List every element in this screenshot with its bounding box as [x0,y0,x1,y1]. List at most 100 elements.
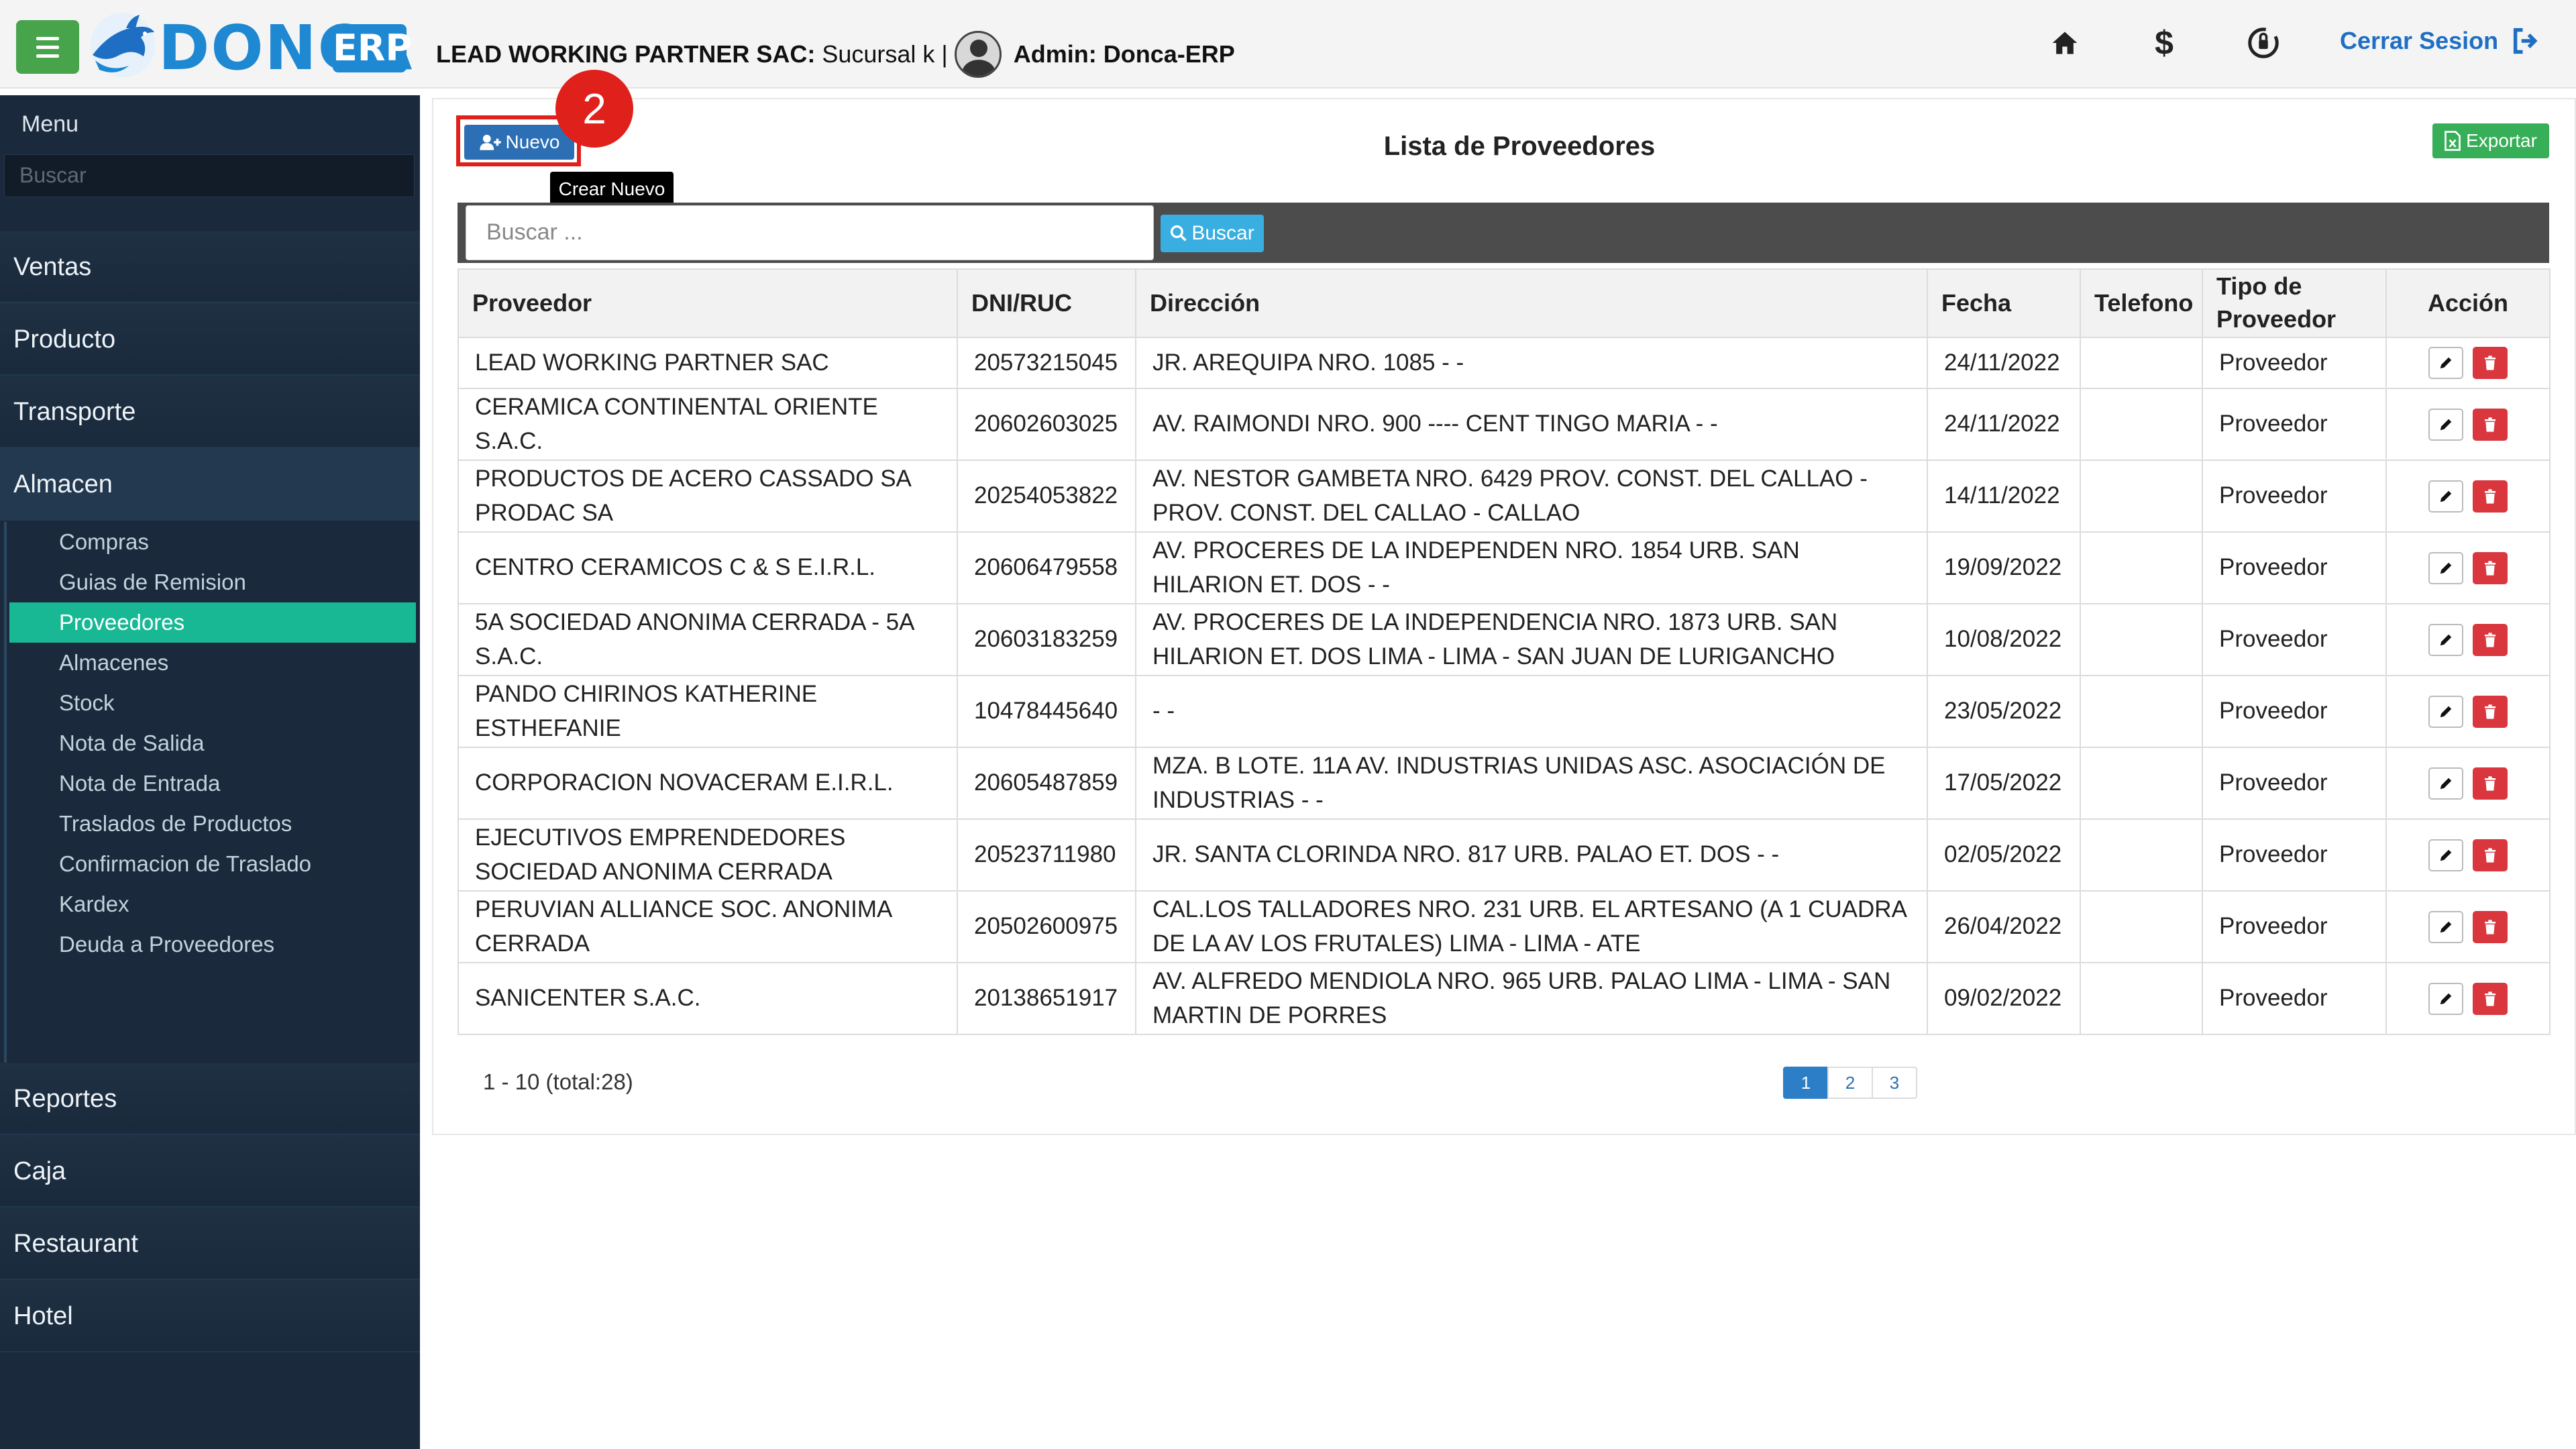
search-button[interactable]: Buscar [1161,215,1264,252]
dollar-icon[interactable]: $ [2144,23,2184,63]
submenu-item-guias-de-remision[interactable]: Guias de Remision [9,562,416,602]
sidebar-item-restaurant[interactable]: Restaurant [0,1208,420,1280]
edit-button[interactable] [2428,480,2463,513]
row-actions [2403,839,2533,871]
cell-telefono [2080,388,2203,461]
edit-button[interactable] [2428,910,2463,943]
submenu-item-confirmacion-de-traslado[interactable]: Confirmacion de Traslado [9,844,416,884]
column-header-fecha[interactable]: Fecha [1927,268,2081,338]
avatar[interactable] [954,31,1002,78]
column-header-dni-ruc[interactable]: DNI/RUC [957,268,1136,338]
column-header-tipo-proveedor[interactable]: Tipo de Proveedor [2202,268,2387,338]
edit-button[interactable] [2428,695,2463,728]
sidebar-item-caja[interactable]: Caja [0,1135,420,1208]
delete-button[interactable] [2473,982,2508,1015]
donca-erp-logo[interactable]: DONCA ERP [86,8,412,82]
table-row[interactable]: PANDO CHIRINOS KATHERINE ESTHEFANIE 10478… [458,675,2551,748]
page-button-1[interactable]: 1 [1783,1067,1829,1099]
sidebar-item-almacen[interactable]: Almacen [0,448,420,521]
cell-proveedor: PANDO CHIRINOS KATHERINE ESTHEFANIE [458,675,958,748]
edit-button[interactable] [2428,551,2463,584]
row-actions [2403,910,2533,943]
delete-button[interactable] [2473,623,2508,656]
new-supplier-button[interactable]: Nuevo [464,125,574,160]
submenu-item-nota-de-salida[interactable]: Nota de Salida [9,723,416,763]
table-row[interactable]: SANICENTER S.A.C. 20138651917 AV. ALFREDO … [458,962,2551,1035]
delete-button[interactable] [2473,839,2508,871]
submenu-item-deuda-a-proveedores[interactable]: Deuda a Proveedores [9,924,416,965]
edit-button[interactable] [2428,347,2463,379]
row-actions [2403,623,2533,656]
submenu-item-proveedores[interactable]: Proveedores [9,602,416,643]
cell-direccion: AV. PROCERES DE LA INDEPENDENCIA NRO. 18… [1135,603,1928,676]
sidebar-item-transporte[interactable]: Transporte [0,376,420,448]
export-button[interactable]: Exportar [2432,123,2549,158]
hamburger-menu-button[interactable] [16,20,79,74]
table-body: LEAD WORKING PARTNER SAC 20573215045 JR. A… [458,337,2551,1035]
logout-link[interactable]: Cerrar Sesion [2340,27,2541,55]
delete-button[interactable] [2473,767,2508,800]
table-row[interactable]: LEAD WORKING PARTNER SAC 20573215045 JR. A… [458,337,2551,389]
delete-button[interactable] [2473,347,2508,379]
edit-button[interactable] [2428,623,2463,656]
page-button-2[interactable]: 2 [1827,1067,1873,1099]
delete-button[interactable] [2473,695,2508,728]
logo-erp-badge: ERP [333,24,412,72]
page-button-3[interactable]: 3 [1872,1067,1917,1099]
column-header-accion: Acción [2385,268,2551,338]
sidebar-search-input[interactable]: Buscar [4,154,415,197]
edit-button[interactable] [2428,982,2463,1015]
pencil-icon [2440,634,2452,645]
edit-button[interactable] [2428,408,2463,441]
delete-button[interactable] [2473,408,2508,441]
pagination: 1 2 3 [1783,1067,1917,1099]
submenu-item-traslados-de-productos[interactable]: Traslados de Productos [9,804,416,844]
row-actions [2403,695,2533,728]
table-row[interactable]: EJECUTIVOS EMPRENDEDORES SOCIEDAD ANONIM… [458,818,2551,892]
trash-icon [2485,488,2496,504]
row-actions [2403,767,2533,800]
edit-button[interactable] [2428,767,2463,800]
cell-tipo: Proveedor [2202,818,2387,892]
submenu-item-nota-de-entrada[interactable]: Nota de Entrada [9,763,416,804]
sidebar-title: Menu [21,111,79,137]
table-row[interactable]: CENTRO CERAMICOS C & S E.I.R.L. 206064795… [458,531,2551,604]
edit-button[interactable] [2428,839,2463,871]
delete-button[interactable] [2473,480,2508,513]
submenu-item-compras[interactable]: Compras [9,522,416,562]
cell-actions [2385,531,2551,604]
table-row[interactable]: CORPORACION NOVACERAM E.I.R.L. 2060548785… [458,747,2551,820]
table-row[interactable]: CERAMICA CONTINENTAL ORIENTE S.A.C. 20602… [458,388,2551,461]
cell-proveedor: SANICENTER S.A.C. [458,962,958,1035]
table-row[interactable]: 5A SOCIEDAD ANONIMA CERRADA - 5A S.A.C. 2… [458,603,2551,676]
cell-fecha: 19/09/2022 [1927,531,2081,604]
submenu-item-almacenes[interactable]: Almacenes [9,643,416,683]
sidebar-item-reportes[interactable]: Reportes [0,1063,420,1135]
submenu-item-kardex[interactable]: Kardex [9,884,416,924]
cash-register-icon[interactable] [2243,23,2284,63]
sidebar-item-producto[interactable]: Producto [0,303,420,376]
delete-button[interactable] [2473,910,2508,943]
submenu-item-stock[interactable]: Stock [9,683,416,723]
cell-tipo: Proveedor [2202,675,2387,748]
search-input[interactable]: Buscar ... [466,205,1154,260]
trash-icon [2485,417,2496,432]
table-row[interactable]: PRODUCTOS DE ACERO CASSADO SA PRODAC SA 2… [458,460,2551,533]
trash-icon [2485,919,2496,934]
pencil-icon [2440,357,2452,369]
cell-ruc: 20138651917 [957,962,1136,1035]
delete-button[interactable] [2473,551,2508,584]
column-header-telefono[interactable]: Telefono [2080,268,2203,338]
sidebar-item-hotel[interactable]: Hotel [0,1280,420,1352]
column-header-proveedor[interactable]: Proveedor [458,268,958,338]
cell-ruc: 20573215045 [957,337,1136,389]
column-header-direccion[interactable]: Dirección [1135,268,1928,338]
sidebar-item-ventas[interactable]: Ventas [0,231,420,303]
home-icon[interactable] [2045,23,2085,63]
cell-telefono [2080,460,2203,533]
cell-fecha: 10/08/2022 [1927,603,2081,676]
cell-proveedor: CORPORACION NOVACERAM E.I.R.L. [458,747,958,820]
cell-ruc: 20603183259 [957,603,1136,676]
table-row[interactable]: PERUVIAN ALLIANCE SOC. ANONIMA CERRADA 20… [458,890,2551,963]
cell-ruc: 20254053822 [957,460,1136,533]
